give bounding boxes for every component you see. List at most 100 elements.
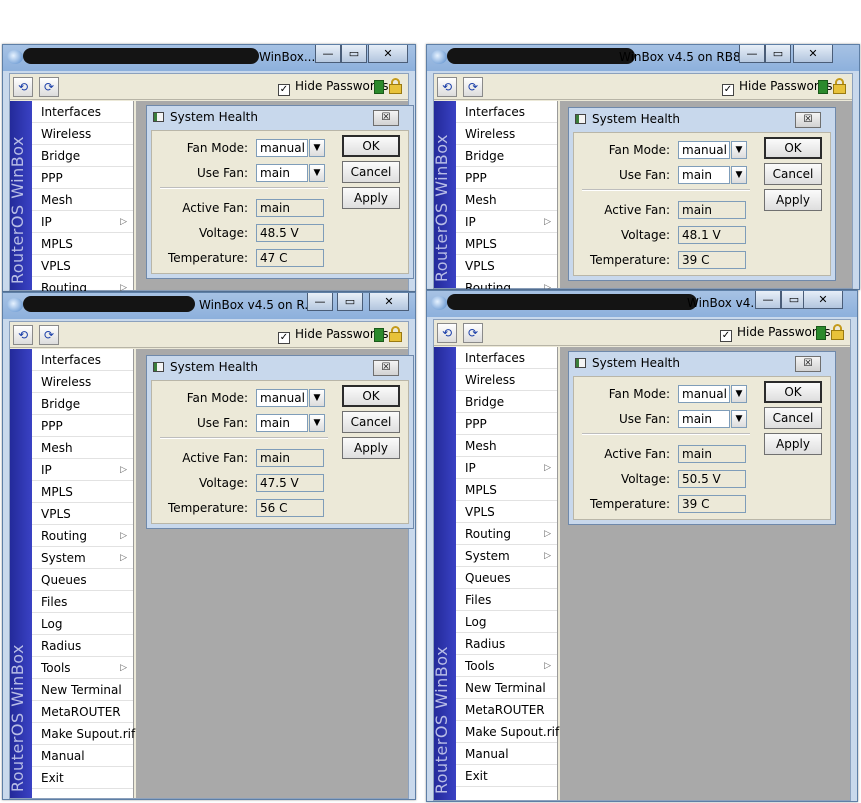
ok-button[interactable]: OK bbox=[342, 385, 400, 407]
menu-item[interactable]: Interfaces bbox=[456, 347, 557, 369]
menu-item[interactable]: Log bbox=[456, 611, 557, 633]
dropdown-arrow-icon[interactable]: ▼ bbox=[309, 389, 325, 407]
fan-mode-select[interactable]: manual bbox=[256, 139, 308, 157]
hide-passwords-toggle[interactable]: ✓ Hide Passwords bbox=[278, 79, 388, 96]
menu-item[interactable]: Mesh bbox=[456, 189, 557, 211]
dialog-close-button[interactable]: ☒ bbox=[795, 112, 821, 128]
menu-item[interactable]: Bridge bbox=[456, 391, 557, 413]
fan-mode-select[interactable]: manual bbox=[256, 389, 308, 407]
menu-item[interactable]: Queues bbox=[32, 569, 133, 591]
menu-item[interactable]: Wireless bbox=[32, 123, 133, 145]
menu-item[interactable]: MPLS bbox=[456, 479, 557, 501]
use-fan-select[interactable]: main bbox=[678, 410, 730, 428]
close-button[interactable]: ✕ bbox=[803, 291, 843, 309]
dropdown-arrow-icon[interactable]: ▼ bbox=[731, 385, 747, 403]
menu-item[interactable]: Manual bbox=[456, 743, 557, 765]
redo-button[interactable]: ⟳ bbox=[39, 325, 59, 345]
minimize-button[interactable]: — bbox=[307, 293, 333, 311]
menu-item[interactable]: Wireless bbox=[32, 371, 133, 393]
apply-button[interactable]: Apply bbox=[342, 437, 400, 459]
menu-item[interactable]: Routing ▷ bbox=[456, 277, 557, 289]
undo-button[interactable]: ⟲ bbox=[13, 77, 33, 97]
maximize-button[interactable]: ▭ bbox=[341, 45, 367, 63]
maximize-button[interactable]: ▭ bbox=[337, 293, 363, 311]
menu-item[interactable]: MPLS bbox=[32, 481, 133, 503]
hide-passwords-toggle[interactable]: ✓ Hide Passwords bbox=[278, 327, 388, 344]
menu-item[interactable]: Interfaces bbox=[32, 349, 133, 371]
menu-item[interactable]: VPLS bbox=[32, 255, 133, 277]
menu-item[interactable]: Files bbox=[32, 591, 133, 613]
redo-button[interactable]: ⟳ bbox=[463, 323, 483, 343]
menu-item[interactable]: IP ▷ bbox=[456, 457, 557, 479]
menu-item[interactable]: PPP bbox=[456, 167, 557, 189]
dialog-close-button[interactable]: ☒ bbox=[795, 356, 821, 372]
hide-passwords-checkbox[interactable]: ✓ bbox=[722, 84, 734, 96]
hide-passwords-checkbox[interactable]: ✓ bbox=[278, 84, 290, 96]
menu-item[interactable]: System ▷ bbox=[32, 547, 133, 569]
menu-item[interactable]: Radius bbox=[32, 635, 133, 657]
menu-item[interactable]: Make Supout.rif bbox=[32, 723, 135, 745]
menu-item[interactable]: Bridge bbox=[32, 145, 133, 167]
ok-button[interactable]: OK bbox=[764, 137, 822, 159]
menu-item[interactable]: Wireless bbox=[456, 369, 557, 391]
menu-item[interactable]: VPLS bbox=[32, 503, 133, 525]
menu-item[interactable]: Files bbox=[456, 589, 557, 611]
menu-item[interactable]: IP ▷ bbox=[32, 211, 133, 233]
use-fan-select[interactable]: main bbox=[678, 166, 730, 184]
menu-item[interactable]: Routing ▷ bbox=[456, 523, 557, 545]
apply-button[interactable]: Apply bbox=[764, 433, 822, 455]
menu-item[interactable]: VPLS bbox=[456, 255, 557, 277]
undo-button[interactable]: ⟲ bbox=[13, 325, 33, 345]
menu-item[interactable]: Bridge bbox=[32, 393, 133, 415]
dialog-titlebar[interactable]: System Health bbox=[575, 112, 680, 126]
close-button[interactable]: ✕ bbox=[369, 293, 409, 311]
hide-passwords-checkbox[interactable]: ✓ bbox=[278, 332, 290, 344]
menu-item[interactable]: IP ▷ bbox=[32, 459, 133, 481]
maximize-button[interactable]: ▭ bbox=[765, 45, 791, 63]
apply-button[interactable]: Apply bbox=[342, 187, 400, 209]
menu-item[interactable]: Log bbox=[32, 613, 133, 635]
dropdown-arrow-icon[interactable]: ▼ bbox=[731, 141, 747, 159]
fan-mode-select[interactable]: manual bbox=[678, 141, 730, 159]
menu-item[interactable]: PPP bbox=[32, 167, 133, 189]
menu-item[interactable]: MetaROUTER bbox=[456, 699, 557, 721]
menu-item[interactable]: Queues bbox=[456, 567, 557, 589]
menu-item[interactable]: New Terminal bbox=[32, 679, 133, 701]
window-titlebar[interactable]: WinBox v4.5 on R... — ▭ ✕ bbox=[3, 293, 415, 319]
undo-button[interactable]: ⟲ bbox=[437, 323, 457, 343]
menu-item[interactable]: Mesh bbox=[456, 435, 557, 457]
redo-button[interactable]: ⟳ bbox=[463, 77, 483, 97]
dropdown-arrow-icon[interactable]: ▼ bbox=[309, 414, 325, 432]
ok-button[interactable]: OK bbox=[764, 381, 822, 403]
dropdown-arrow-icon[interactable]: ▼ bbox=[309, 164, 325, 182]
cancel-button[interactable]: Cancel bbox=[342, 161, 400, 183]
dropdown-arrow-icon[interactable]: ▼ bbox=[731, 166, 747, 184]
dropdown-arrow-icon[interactable]: ▼ bbox=[731, 410, 747, 428]
minimize-button[interactable]: — bbox=[315, 45, 341, 63]
dialog-titlebar[interactable]: System Health bbox=[153, 360, 258, 374]
fan-mode-select[interactable]: manual bbox=[678, 385, 730, 403]
dialog-close-button[interactable]: ☒ bbox=[373, 360, 399, 376]
window-titlebar[interactable]: WinBox... — ▭ ✕ bbox=[3, 45, 415, 71]
close-button[interactable]: ✕ bbox=[793, 45, 833, 63]
dialog-close-button[interactable]: ☒ bbox=[373, 110, 399, 126]
menu-item[interactable]: Interfaces bbox=[456, 101, 557, 123]
dropdown-arrow-icon[interactable]: ▼ bbox=[309, 139, 325, 157]
menu-item[interactable]: Radius bbox=[456, 633, 557, 655]
menu-item[interactable]: Tools ▷ bbox=[32, 657, 133, 679]
menu-item[interactable]: Exit bbox=[456, 765, 557, 787]
menu-item[interactable]: PPP bbox=[32, 415, 133, 437]
menu-item[interactable]: Tools ▷ bbox=[456, 655, 557, 677]
window-titlebar[interactable]: WinBox v4.5 on RB8... — ▭ ✕ bbox=[427, 45, 859, 71]
use-fan-select[interactable]: main bbox=[256, 164, 308, 182]
menu-item[interactable]: Manual bbox=[32, 745, 133, 767]
dialog-titlebar[interactable]: System Health bbox=[575, 356, 680, 370]
cancel-button[interactable]: Cancel bbox=[342, 411, 400, 433]
cancel-button[interactable]: Cancel bbox=[764, 407, 822, 429]
menu-item[interactable]: Mesh bbox=[32, 189, 133, 211]
menu-item[interactable]: PPP bbox=[456, 413, 557, 435]
cancel-button[interactable]: Cancel bbox=[764, 163, 822, 185]
menu-item[interactable]: MPLS bbox=[456, 233, 557, 255]
hide-passwords-toggle[interactable]: ✓ Hide Passwords bbox=[722, 79, 832, 96]
menu-item[interactable]: IP ▷ bbox=[456, 211, 557, 233]
